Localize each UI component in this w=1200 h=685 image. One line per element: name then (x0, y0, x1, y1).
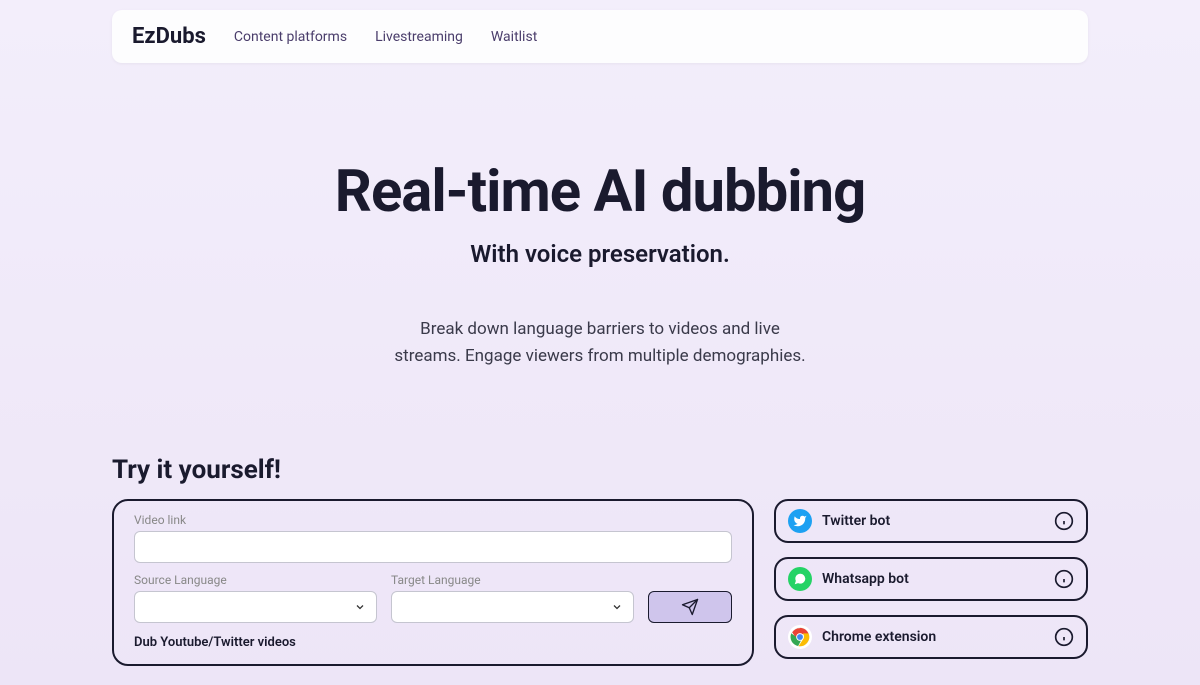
hero-title: Real-time AI dubbing (0, 158, 1200, 226)
language-row: Source Language Target Language (134, 573, 732, 623)
try-heading: Try it yourself! (112, 455, 1088, 485)
chrome-extension-label: Chrome extension (822, 629, 1044, 645)
brand-logo[interactable]: EzDubs (132, 24, 206, 49)
try-section: Try it yourself! Video link Source Langu… (112, 455, 1088, 666)
nav-livestreaming[interactable]: Livestreaming (375, 29, 463, 45)
twitter-bot-card[interactable]: Twitter bot (774, 499, 1088, 543)
info-icon[interactable] (1054, 627, 1074, 647)
chrome-extension-card[interactable]: Chrome extension (774, 615, 1088, 659)
target-language-select[interactable] (391, 591, 634, 623)
whatsapp-bot-card[interactable]: Whatsapp bot (774, 557, 1088, 601)
chrome-icon (788, 625, 812, 649)
try-row: Video link Source Language Target Langua… (112, 499, 1088, 666)
integration-cards: Twitter bot Whatsapp bot Chrome extensio… (774, 499, 1088, 666)
source-language-select[interactable] (134, 591, 377, 623)
hero-desc-line1: Break down language barriers to videos a… (0, 316, 1200, 343)
nav-content-platforms[interactable]: Content platforms (234, 29, 347, 45)
form-caption: Dub Youtube/Twitter videos (134, 635, 732, 650)
chevron-down-icon (354, 601, 366, 613)
submit-button[interactable] (648, 591, 732, 623)
hero-section: Real-time AI dubbing With voice preserva… (0, 158, 1200, 370)
info-icon[interactable] (1054, 569, 1074, 589)
nav-waitlist[interactable]: Waitlist (491, 29, 537, 45)
video-link-input[interactable] (134, 531, 732, 563)
dub-form-card: Video link Source Language Target Langua… (112, 499, 754, 666)
chevron-down-icon (611, 601, 623, 613)
info-icon[interactable] (1054, 511, 1074, 531)
target-language-group: Target Language (391, 573, 634, 623)
hero-description: Break down language barriers to videos a… (0, 316, 1200, 370)
source-language-group: Source Language (134, 573, 377, 623)
navbar: EzDubs Content platforms Livestreaming W… (112, 10, 1088, 63)
hero-subtitle: With voice preservation. (0, 240, 1200, 268)
twitter-bot-label: Twitter bot (822, 513, 1044, 529)
video-link-label: Video link (134, 513, 732, 527)
hero-desc-line2: streams. Engage viewers from multiple de… (0, 343, 1200, 370)
send-icon (681, 598, 699, 616)
source-language-label: Source Language (134, 573, 377, 587)
whatsapp-icon (788, 567, 812, 591)
twitter-icon (788, 509, 812, 533)
target-language-label: Target Language (391, 573, 634, 587)
whatsapp-bot-label: Whatsapp bot (822, 571, 1044, 587)
